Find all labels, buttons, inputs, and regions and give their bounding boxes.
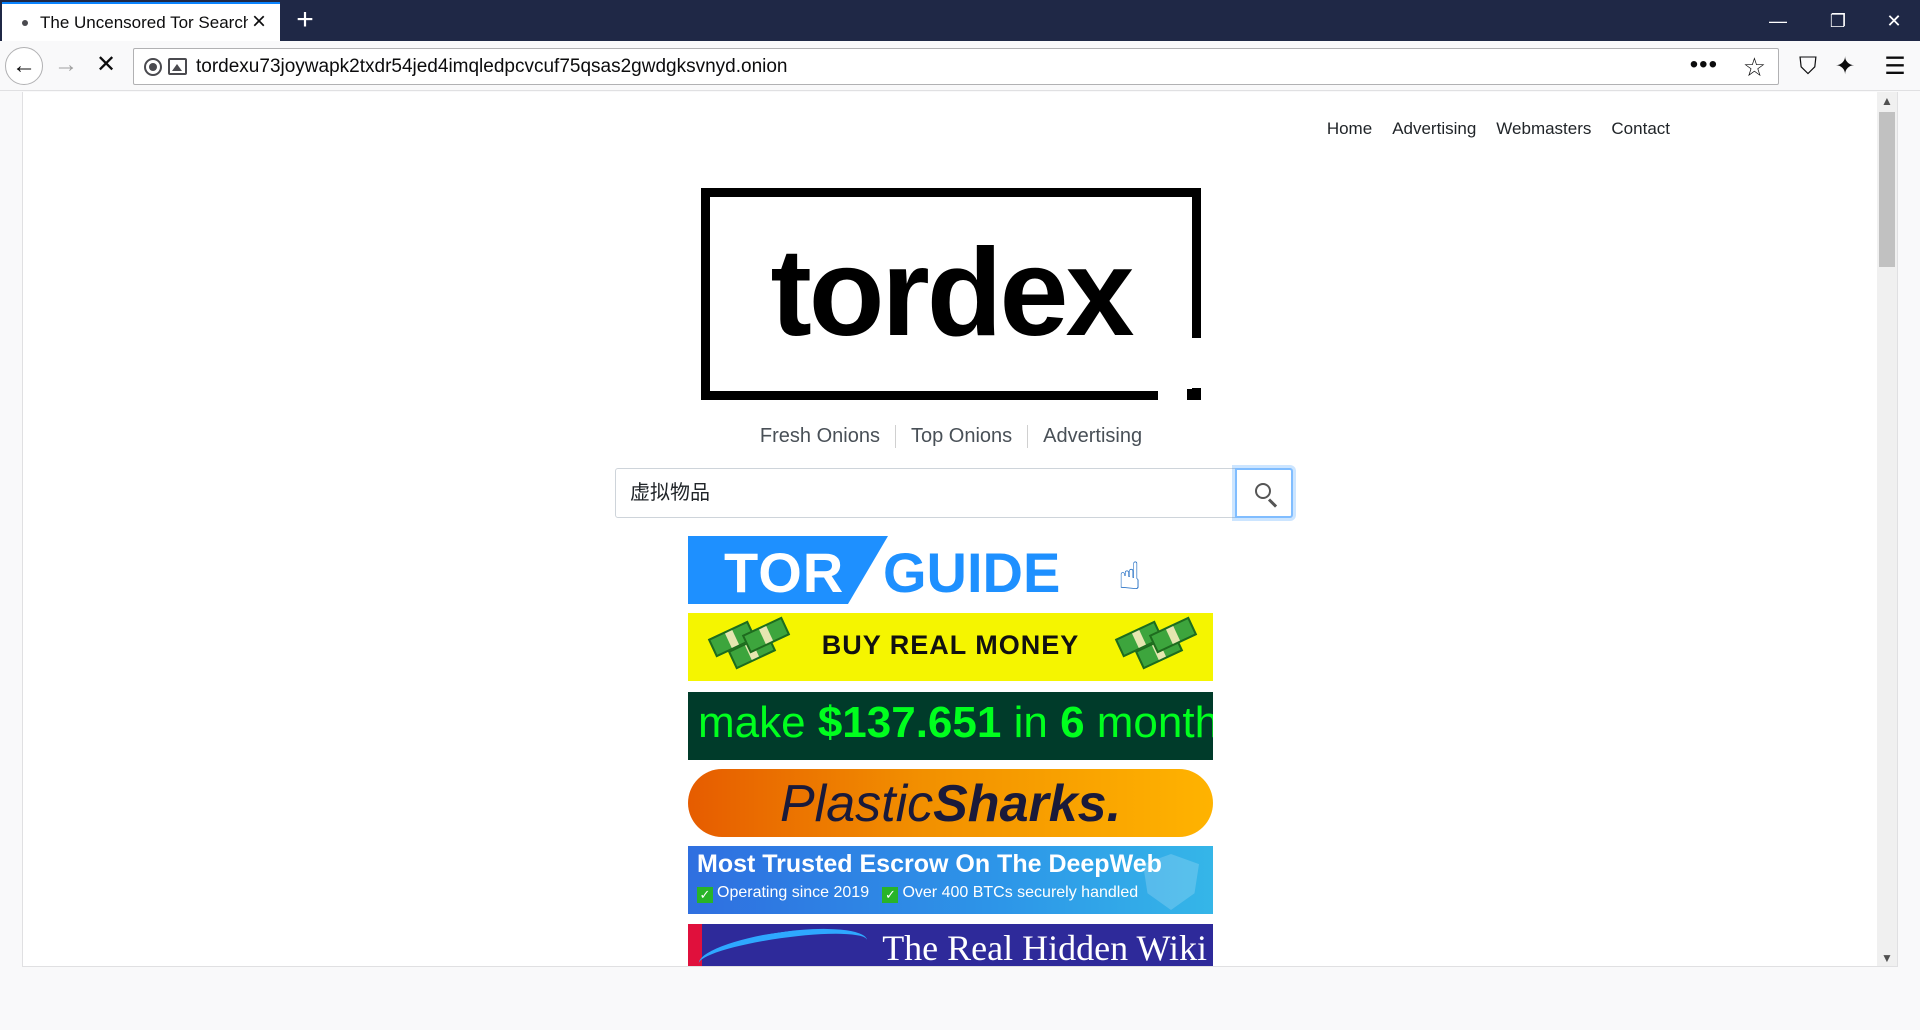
ad-make-money[interactable]: make $137.651 in 6 month: [688, 692, 1213, 760]
nav-webmasters-link[interactable]: Webmasters: [1496, 119, 1591, 139]
ad-tor-guide-text-2: GUIDE: [883, 541, 1061, 604]
search-button[interactable]: [1235, 468, 1293, 518]
extensions-icon[interactable]: ✦: [1830, 52, 1860, 82]
scrollbar-thumb[interactable]: [1879, 112, 1895, 267]
url-text[interactable]: tordexu73joywapk2txdr54jed4imqledpcvcuf7…: [196, 56, 788, 78]
ad-make-money-text: make $137.651 in 6 month: [698, 698, 1213, 747]
back-button[interactable]: ←: [5, 47, 43, 85]
close-window-button[interactable]: ✕: [1874, 6, 1914, 36]
sub-nav: Fresh Onions Top Onions Advertising: [701, 425, 1201, 448]
minimize-button[interactable]: —: [1758, 6, 1798, 36]
tab-title: The Uncensored Tor Search E: [40, 12, 248, 32]
nav-home-link[interactable]: Home: [1327, 119, 1372, 139]
checkmark-icon: ✓: [697, 887, 713, 903]
search-input[interactable]: 虚拟物品: [615, 468, 1236, 518]
vertical-scrollbar[interactable]: ▲ ▼: [1877, 92, 1897, 966]
top-onions-link[interactable]: Top Onions: [894, 425, 1027, 448]
navigation-toolbar: ← → ✕ tordexu73joywapk2txdr54jed4imqledp…: [0, 41, 1920, 91]
swoosh-graphic: [696, 924, 870, 966]
ad-escrow-points: ✓ Operating since 2019 ✓ Over 400 BTCs sec…: [697, 884, 1138, 903]
onion-info-icon[interactable]: [144, 58, 162, 76]
url-bar[interactable]: tordexu73joywapk2txdr54jed4imqledpcvcuf7…: [133, 48, 1779, 85]
logo-text: tordex: [770, 224, 1135, 362]
advertising-link[interactable]: Advertising: [1027, 425, 1157, 448]
tab-strip: The Uncensored Tor Search E × + — ❐ ✕: [0, 0, 1920, 41]
page-actions-icon[interactable]: •••: [1690, 51, 1718, 79]
forward-button[interactable]: →: [47, 47, 85, 85]
scroll-up-arrow-icon[interactable]: ▲: [1877, 92, 1897, 110]
ad-plastic-sharks-text: PlasticSharks.: [779, 775, 1122, 833]
logo-dot: [1187, 389, 1201, 400]
image-icon: [168, 58, 187, 75]
site-logo[interactable]: tordex: [701, 188, 1211, 400]
checkmark-icon: ✓: [882, 887, 899, 903]
restore-button[interactable]: ❐: [1818, 6, 1858, 36]
search-form: 虚拟物品: [615, 468, 1293, 518]
ad-tor-guide-text-1: TOR: [724, 541, 845, 604]
ad-escrow-title: Most Trusted Escrow On The DeepWeb: [697, 850, 1162, 878]
pointing-hand-icon: ☝: [1118, 556, 1142, 598]
loading-dot-icon: [22, 19, 28, 26]
nav-advertising-link[interactable]: Advertising: [1392, 119, 1476, 139]
ad-tor-guide[interactable]: TOR GUIDE ☝: [688, 536, 1213, 604]
search-icon: [1255, 483, 1271, 499]
cash-stack-icon: [1113, 616, 1199, 673]
fresh-onions-link[interactable]: Fresh Onions: [745, 425, 895, 448]
new-tab-button[interactable]: +: [288, 4, 322, 38]
nav-contact-link[interactable]: Contact: [1611, 119, 1670, 139]
scroll-down-arrow-icon[interactable]: ▼: [1877, 949, 1897, 966]
menu-icon[interactable]: ☰: [1880, 52, 1910, 82]
stop-button[interactable]: ✕: [87, 47, 125, 85]
ad-hidden-wiki-text: The Real Hidden Wiki: [882, 928, 1207, 967]
tab-active[interactable]: The Uncensored Tor Search E ×: [2, 2, 280, 41]
ad-escrow[interactable]: Most Trusted Escrow On The DeepWeb ✓ Oper…: [688, 846, 1213, 914]
site-top-nav: Home Advertising Webmasters Contact: [1327, 119, 1670, 139]
ad-plastic-sharks[interactable]: PlasticSharks.: [688, 769, 1213, 837]
ad-buy-real-money[interactable]: BUY REAL MONEY: [688, 613, 1213, 681]
tab-close-icon[interactable]: ×: [248, 10, 270, 34]
shield-icon[interactable]: ⛉: [1793, 52, 1823, 82]
page-viewport: Home Advertising Webmasters Contact tord…: [22, 92, 1898, 967]
bookmark-star-icon[interactable]: ☆: [1743, 52, 1766, 83]
ad-hidden-wiki[interactable]: The Real Hidden Wiki: [688, 924, 1213, 967]
